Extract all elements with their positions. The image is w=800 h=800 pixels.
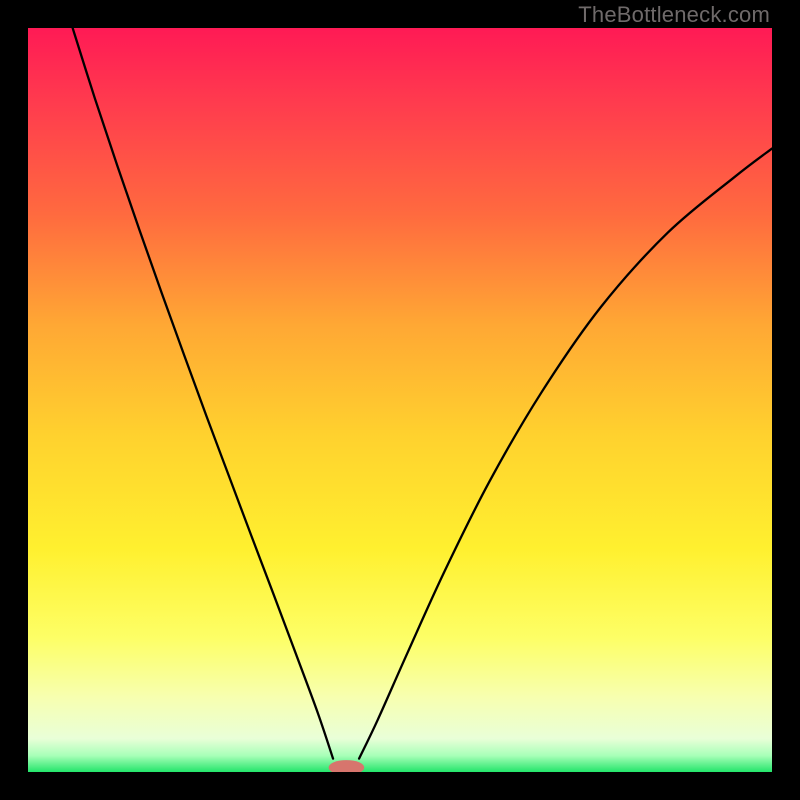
watermark-text: TheBottleneck.com [578, 2, 770, 28]
chart-svg [28, 28, 772, 772]
gradient-background [28, 28, 772, 772]
plot-area [28, 28, 772, 772]
chart-frame: TheBottleneck.com [0, 0, 800, 800]
